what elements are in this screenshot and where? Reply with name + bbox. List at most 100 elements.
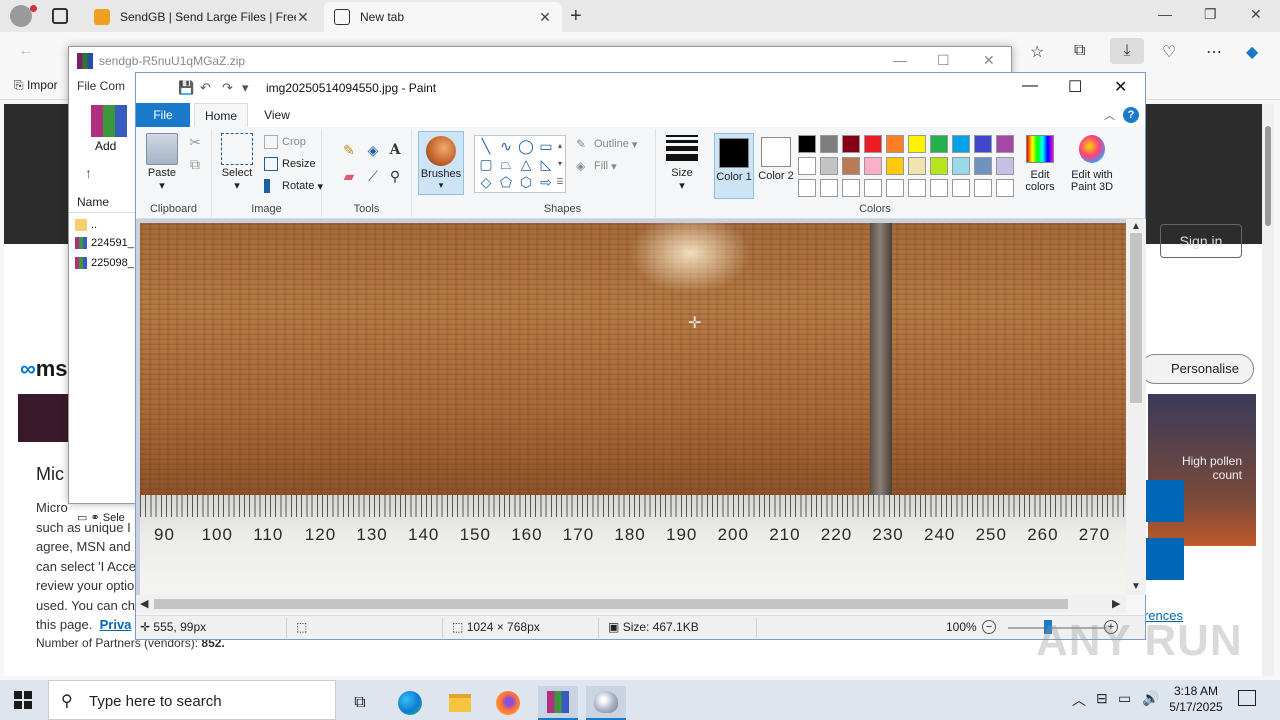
profile-avatar[interactable]	[10, 5, 32, 27]
start-windows-icon[interactable]	[14, 691, 32, 709]
pencil-icon[interactable]: ✎	[340, 141, 358, 159]
browser-essentials-icon[interactable]: ♡	[1162, 42, 1176, 62]
select-button[interactable]: Select ▾	[218, 133, 256, 192]
winrar-menu[interactable]: File Com	[77, 79, 125, 93]
edit-with-paint3d-button[interactable]: Edit with Paint 3D	[1066, 135, 1118, 193]
list-item[interactable]: ..	[75, 219, 97, 231]
tab-view[interactable]: View	[254, 103, 300, 127]
favorites-star-icon[interactable]: ☆	[1030, 42, 1044, 62]
palette-color-swatch[interactable]	[952, 135, 970, 153]
show-hidden-icons-icon[interactable]: ︿	[1072, 690, 1086, 710]
palette-color-swatch[interactable]	[886, 157, 904, 175]
volume-icon[interactable]: 🔊	[1142, 690, 1159, 707]
polygon-shape-icon[interactable]: ⏢	[497, 156, 515, 172]
scroll-right-icon[interactable]: ▶	[1112, 597, 1120, 610]
winrar-minimize-icon[interactable]: —	[893, 52, 907, 68]
palette-color-swatch[interactable]	[996, 179, 1014, 197]
restore-icon[interactable]: ❐	[1204, 6, 1217, 23]
shapes-more-icon[interactable]: ☰	[555, 174, 565, 190]
diamond-shape-icon[interactable]: ◇	[477, 174, 495, 190]
palette-color-swatch[interactable]	[864, 157, 882, 175]
taskbar-search-box[interactable]: ⚲ Type here to search	[48, 680, 336, 720]
tab-new-tab[interactable]: New tab ✕	[324, 2, 562, 32]
winrar-taskbar-icon[interactable]	[538, 686, 578, 720]
hexagon-shape-icon[interactable]: ⬡	[517, 174, 535, 190]
resize-button[interactable]: Resize	[264, 157, 316, 171]
notifications-icon[interactable]	[1238, 690, 1256, 706]
page-scrollbar[interactable]	[1262, 104, 1274, 676]
palette-color-swatch[interactable]	[842, 157, 860, 175]
right-triangle-shape-icon[interactable]: ◺	[537, 156, 555, 172]
cut-icon[interactable]: ✂	[186, 133, 204, 151]
winrar-add-icon[interactable]	[91, 105, 127, 137]
canvas-horizontal-scrollbar[interactable]: ◀ ▶	[136, 595, 1126, 613]
color-picker-icon[interactable]: ⟋	[364, 167, 382, 185]
palette-color-swatch[interactable]	[864, 135, 882, 153]
paint-close-icon[interactable]: ✕	[1114, 77, 1127, 97]
arrow-shape-icon[interactable]: ⇨	[537, 174, 555, 190]
name-column-header[interactable]: Name	[69, 191, 135, 213]
undo-icon[interactable]: ↶	[200, 80, 211, 96]
palette-color-swatch[interactable]	[820, 135, 838, 153]
collections-icon[interactable]: ⧉	[1074, 42, 1085, 60]
magnifier-icon[interactable]: ⚲	[386, 167, 404, 185]
fill-bucket-icon[interactable]: ◈	[364, 141, 382, 159]
help-icon[interactable]: ?	[1123, 107, 1139, 123]
list-item[interactable]: 225098_	[75, 257, 134, 269]
import-favorites-link[interactable]: ⎘ Impor	[14, 78, 58, 93]
palette-color-swatch[interactable]	[908, 135, 926, 153]
more-menu-icon[interactable]: ⋯	[1206, 42, 1222, 62]
shapes-scroll-down-icon[interactable]: ▾	[555, 156, 565, 172]
palette-color-swatch[interactable]	[864, 179, 882, 197]
tab-home[interactable]: Home	[194, 103, 248, 127]
palette-color-swatch[interactable]	[798, 157, 816, 175]
sign-in-button[interactable]: Sign in	[1160, 224, 1242, 258]
paint-minimize-icon[interactable]: —	[1022, 77, 1038, 95]
canvas-area[interactable]: 90 100 110 120 130 140 150 160 170 180 190 200 210 22…	[136, 219, 1126, 595]
palette-color-swatch[interactable]	[798, 135, 816, 153]
palette-color-swatch[interactable]	[908, 157, 926, 175]
redo-icon[interactable]: ↷	[222, 80, 233, 96]
palette-color-swatch[interactable]	[930, 135, 948, 153]
rounded-rectangle-shape-icon[interactable]: ▢	[477, 156, 495, 172]
palette-color-swatch[interactable]	[842, 179, 860, 197]
copy-icon[interactable]: ⧉	[186, 155, 204, 173]
size-button[interactable]: Size ▾	[662, 135, 702, 192]
fill-button[interactable]: ◈ Fill ▾	[576, 159, 617, 173]
text-tool-icon[interactable]: A	[386, 141, 404, 159]
personalise-button[interactable]: Personalise	[1140, 354, 1254, 384]
palette-color-swatch[interactable]	[952, 157, 970, 175]
palette-color-swatch[interactable]	[930, 179, 948, 197]
minimize-icon[interactable]: —	[1158, 6, 1172, 22]
close-tab-icon[interactable]: ✕	[538, 9, 552, 26]
color2-button[interactable]: Color 2	[756, 133, 796, 199]
shapes-gallery[interactable]: ╲ ∿ ◯ ▭ ▢ ⏢ △ ◺ ◇ ⬠ ⬡ ⇨ ▴ ▾ ☰	[474, 135, 566, 193]
task-view-icon[interactable]: ⧉	[340, 686, 380, 720]
scroll-up-icon[interactable]: ▲	[1131, 221, 1141, 232]
palette-color-swatch[interactable]	[820, 179, 838, 197]
collapse-ribbon-icon[interactable]: ︿	[1104, 107, 1115, 123]
palette-color-swatch[interactable]	[996, 157, 1014, 175]
back-arrow-icon[interactable]: ←	[18, 42, 34, 60]
list-item[interactable]: 224591_	[75, 237, 134, 249]
rectangle-shape-icon[interactable]: ▭	[537, 138, 555, 154]
firefox-icon[interactable]	[488, 686, 528, 720]
palette-color-swatch[interactable]	[974, 157, 992, 175]
palette-color-swatch[interactable]	[974, 179, 992, 197]
line-shape-icon[interactable]: ╲	[477, 138, 495, 154]
new-tab-plus-icon[interactable]: +	[570, 5, 582, 28]
accept-button[interactable]	[1144, 480, 1184, 522]
paste-button[interactable]: Paste ▾	[144, 133, 180, 192]
tab-actions-icon[interactable]	[52, 8, 68, 24]
page-scrollbar-thumb[interactable]	[1265, 126, 1271, 226]
palette-color-swatch[interactable]	[820, 157, 838, 175]
close-window-icon[interactable]: ✕	[1250, 6, 1262, 23]
save-icon[interactable]: 💾	[178, 80, 194, 96]
scroll-down-icon[interactable]: ▼	[1131, 581, 1141, 592]
tab-sendgb[interactable]: SendGB | Send Large Files | Free f ✕	[84, 2, 320, 32]
customize-toolbar-icon[interactable]: ▾	[242, 80, 249, 96]
photo-canvas[interactable]: 90 100 110 120 130 140 150 160 170 180 190 200 210 22…	[140, 223, 1126, 595]
horizontal-scroll-thumb[interactable]	[154, 599, 1068, 609]
palette-color-swatch[interactable]	[798, 179, 816, 197]
weather-card[interactable]: High pollen count	[1148, 394, 1256, 546]
